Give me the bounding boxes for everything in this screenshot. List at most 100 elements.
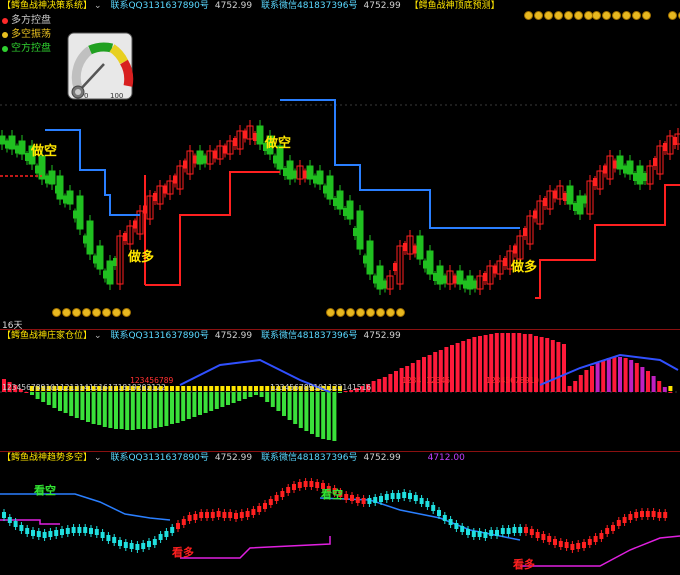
- candle-body: [83, 235, 87, 244]
- candle-body: [373, 275, 377, 284]
- histogram-bar: [612, 357, 617, 392]
- histogram-bar: [584, 370, 589, 392]
- candle-body: [60, 529, 64, 535]
- coin-icon: [72, 308, 81, 317]
- coin-icon: [622, 11, 631, 20]
- candle-body: [645, 511, 650, 517]
- histogram-cap: [231, 386, 236, 391]
- coin-icon: [524, 11, 533, 20]
- histogram-bar: [203, 392, 208, 413]
- histogram-bar: [209, 392, 214, 411]
- histogram-bar: [668, 392, 673, 393]
- histogram-bar: [338, 392, 342, 393]
- candle-body: [423, 260, 427, 269]
- trend-line-bear: [0, 493, 171, 521]
- candle-body: [413, 495, 418, 501]
- candle-body: [100, 532, 105, 538]
- histogram-cap: [186, 386, 191, 391]
- candle-body: [54, 530, 59, 536]
- coin-icon: [336, 308, 345, 317]
- histogram-bar: [69, 392, 74, 416]
- candle-body: [13, 521, 18, 527]
- candle-body: [245, 511, 250, 517]
- candle-body: [286, 487, 291, 493]
- candle-body: [367, 498, 372, 504]
- histogram-bar: [237, 392, 242, 401]
- histogram-bar: [461, 341, 466, 392]
- candle-body: [653, 158, 657, 166]
- candle-body: [106, 260, 114, 285]
- candle-body: [135, 544, 140, 550]
- coin-icon: [102, 308, 111, 317]
- histogram-bar: [119, 392, 124, 429]
- histogram-cap: [220, 386, 225, 391]
- candle-body: [622, 517, 627, 523]
- trend-line-bull: [520, 535, 680, 567]
- candle-body: [603, 165, 607, 174]
- candle-body: [454, 523, 459, 529]
- candle-body: [164, 531, 169, 537]
- histogram-bar: [623, 358, 628, 392]
- histogram-bar: [629, 360, 634, 392]
- candle-body: [152, 539, 157, 545]
- candle-body: [94, 529, 99, 535]
- candle-body: [640, 511, 644, 517]
- candle-body: [350, 495, 354, 501]
- candle-body: [356, 210, 364, 250]
- candle-body: [466, 529, 470, 535]
- candle-body: [533, 210, 537, 219]
- candle-body: [323, 185, 327, 194]
- coin-icon: [366, 308, 375, 317]
- candle-body: [541, 534, 546, 540]
- candle-body: [8, 135, 16, 150]
- candle-body: [593, 536, 598, 542]
- candle-body: [503, 258, 507, 266]
- histogram-bar: [276, 392, 281, 411]
- histogram-bar: [270, 392, 275, 407]
- histogram-bar: [130, 392, 135, 430]
- candle-body: [48, 170, 56, 185]
- histogram-bar: [332, 392, 337, 441]
- histogram-bar: [382, 377, 387, 392]
- candle-body: [442, 515, 447, 521]
- candle-body: [379, 496, 383, 502]
- histogram-bar: [24, 392, 29, 393]
- histogram-cap: [209, 386, 214, 391]
- candle-body: [634, 512, 639, 518]
- candle-body: [346, 200, 354, 220]
- histogram-bar: [80, 392, 85, 420]
- histogram-bar: [472, 337, 477, 392]
- candle-body: [205, 512, 209, 518]
- histogram-bar: [433, 352, 438, 392]
- histogram-cap: [242, 386, 247, 391]
- candle-body: [193, 514, 198, 520]
- histogram-bar: [310, 392, 314, 434]
- candle-body: [413, 245, 417, 254]
- candle-body: [210, 512, 215, 518]
- candle-body: [36, 531, 41, 537]
- annotation-short: 做空: [31, 144, 58, 159]
- candle-body: [313, 175, 317, 184]
- candle-body: [216, 511, 221, 517]
- histogram-bar: [562, 344, 566, 392]
- candle-body: [390, 493, 395, 499]
- candle-body: [599, 533, 604, 539]
- candle-body: [223, 145, 227, 154]
- candle-body: [268, 499, 273, 505]
- histogram-bar: [657, 381, 662, 392]
- count-ruler: 123456789101123141516: [270, 383, 372, 392]
- coin-icon: [642, 11, 651, 20]
- histogram-bar: [556, 342, 561, 392]
- coin-icon: [356, 308, 365, 317]
- candle-body: [63, 195, 67, 204]
- candle-body: [303, 170, 307, 179]
- candle-body: [129, 543, 134, 549]
- histogram-bar: [287, 392, 292, 420]
- coin-icon: [112, 308, 121, 317]
- coin-row: [326, 308, 405, 317]
- candle-body: [443, 275, 447, 284]
- candle-body: [506, 528, 511, 534]
- candle-body: [153, 193, 157, 201]
- candle-body: [416, 235, 424, 260]
- candle-body: [213, 150, 217, 159]
